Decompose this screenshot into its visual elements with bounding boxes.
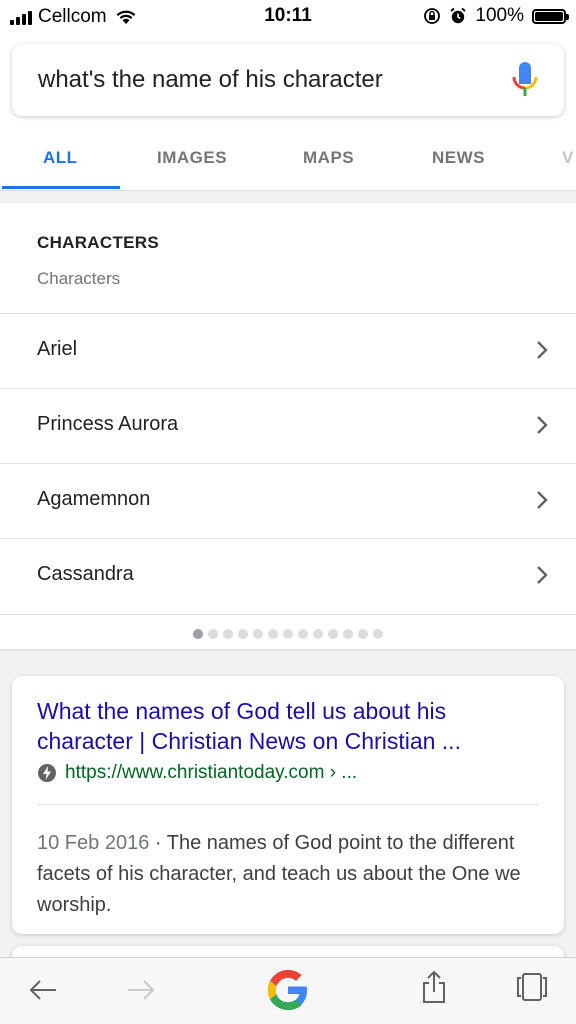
result-divider — [37, 804, 539, 805]
character-name: Cassandra — [37, 563, 134, 585]
battery-level — [535, 11, 563, 21]
characters-card-title: CHARACTERS — [37, 233, 159, 252]
tab-news[interactable]: NEWS — [432, 148, 485, 168]
characters-card-subtitle: Characters — [37, 269, 121, 288]
rotation-lock-icon — [424, 8, 441, 24]
battery-percentage: 100% — [475, 5, 524, 26]
chevron-right-icon — [537, 566, 548, 584]
tab-maps[interactable]: MAPS — [303, 148, 354, 168]
search-result-card: What the names of God tell us about his … — [12, 676, 564, 934]
search-box[interactable]: what's the name of his character — [12, 44, 564, 116]
carousel-dot[interactable] — [313, 629, 323, 639]
battery-icon — [532, 8, 569, 24]
carousel-dot[interactable] — [223, 629, 233, 639]
character-item-cassandra[interactable]: Cassandra — [0, 538, 576, 615]
tab-all[interactable]: ALL — [43, 148, 78, 168]
result-separator: · — [149, 832, 167, 854]
tab-images[interactable]: IMAGES — [157, 148, 227, 168]
back-arrow-icon[interactable] — [28, 978, 58, 1002]
result-title-link[interactable]: What the names of God tell us about his … — [37, 696, 537, 756]
carousel-dot[interactable] — [253, 629, 263, 639]
carousel-dot[interactable] — [193, 629, 203, 639]
character-item-agamemnon[interactable]: Agamemnon — [0, 463, 576, 539]
carousel-dot[interactable] — [373, 629, 383, 639]
carousel-dot[interactable] — [208, 629, 218, 639]
character-item-princess-aurora[interactable]: Princess Aurora — [0, 388, 576, 464]
characters-card: CHARACTERS Characters Ariel Princess Aur… — [0, 203, 576, 649]
carousel-dot[interactable] — [298, 629, 308, 639]
carousel-dot[interactable] — [238, 629, 248, 639]
tabs-icon[interactable] — [516, 972, 548, 1002]
search-tabs: ALL IMAGES MAPS NEWS V — [0, 134, 576, 191]
chevron-right-icon — [537, 491, 548, 509]
forward-arrow-icon[interactable] — [126, 978, 156, 1002]
result-url-text: https://www.christiantoday.com › ... — [65, 762, 358, 783]
carousel-dot[interactable] — [268, 629, 278, 639]
carousel-dot[interactable] — [343, 629, 353, 639]
google-search-page: Cellcom 10:11 100% what's the name of hi… — [0, 0, 576, 1024]
result-snippet: 10 Feb 2016 · The names of God point to … — [37, 828, 547, 921]
microphone-icon[interactable] — [512, 62, 538, 98]
carousel-dot[interactable] — [358, 629, 368, 639]
search-header: what's the name of his character ALL IMA… — [0, 34, 576, 191]
result-url[interactable]: https://www.christiantoday.com › ... — [37, 762, 357, 784]
carousel-dot[interactable] — [283, 629, 293, 639]
alarm-icon — [450, 7, 467, 24]
result-date: 10 Feb 2016 — [37, 832, 150, 854]
browser-toolbar — [0, 957, 576, 1024]
carousel-dot[interactable] — [328, 629, 338, 639]
character-name: Agamemnon — [37, 488, 151, 510]
lightning-bolt-icon — [38, 764, 56, 782]
share-icon[interactable] — [421, 970, 447, 1004]
character-item-ariel[interactable]: Ariel — [0, 313, 576, 389]
google-logo-icon[interactable] — [264, 966, 312, 1014]
search-query[interactable]: what's the name of his character — [38, 66, 383, 94]
chevron-right-icon — [537, 341, 548, 359]
chevron-right-icon — [537, 416, 548, 434]
tab-videos-partial[interactable]: V — [562, 148, 574, 168]
character-name: Ariel — [37, 338, 78, 360]
active-tab-indicator — [2, 186, 120, 189]
carousel-page-indicator — [0, 629, 576, 639]
character-name: Princess Aurora — [37, 413, 179, 435]
status-bar: Cellcom 10:11 100% — [0, 0, 576, 34]
